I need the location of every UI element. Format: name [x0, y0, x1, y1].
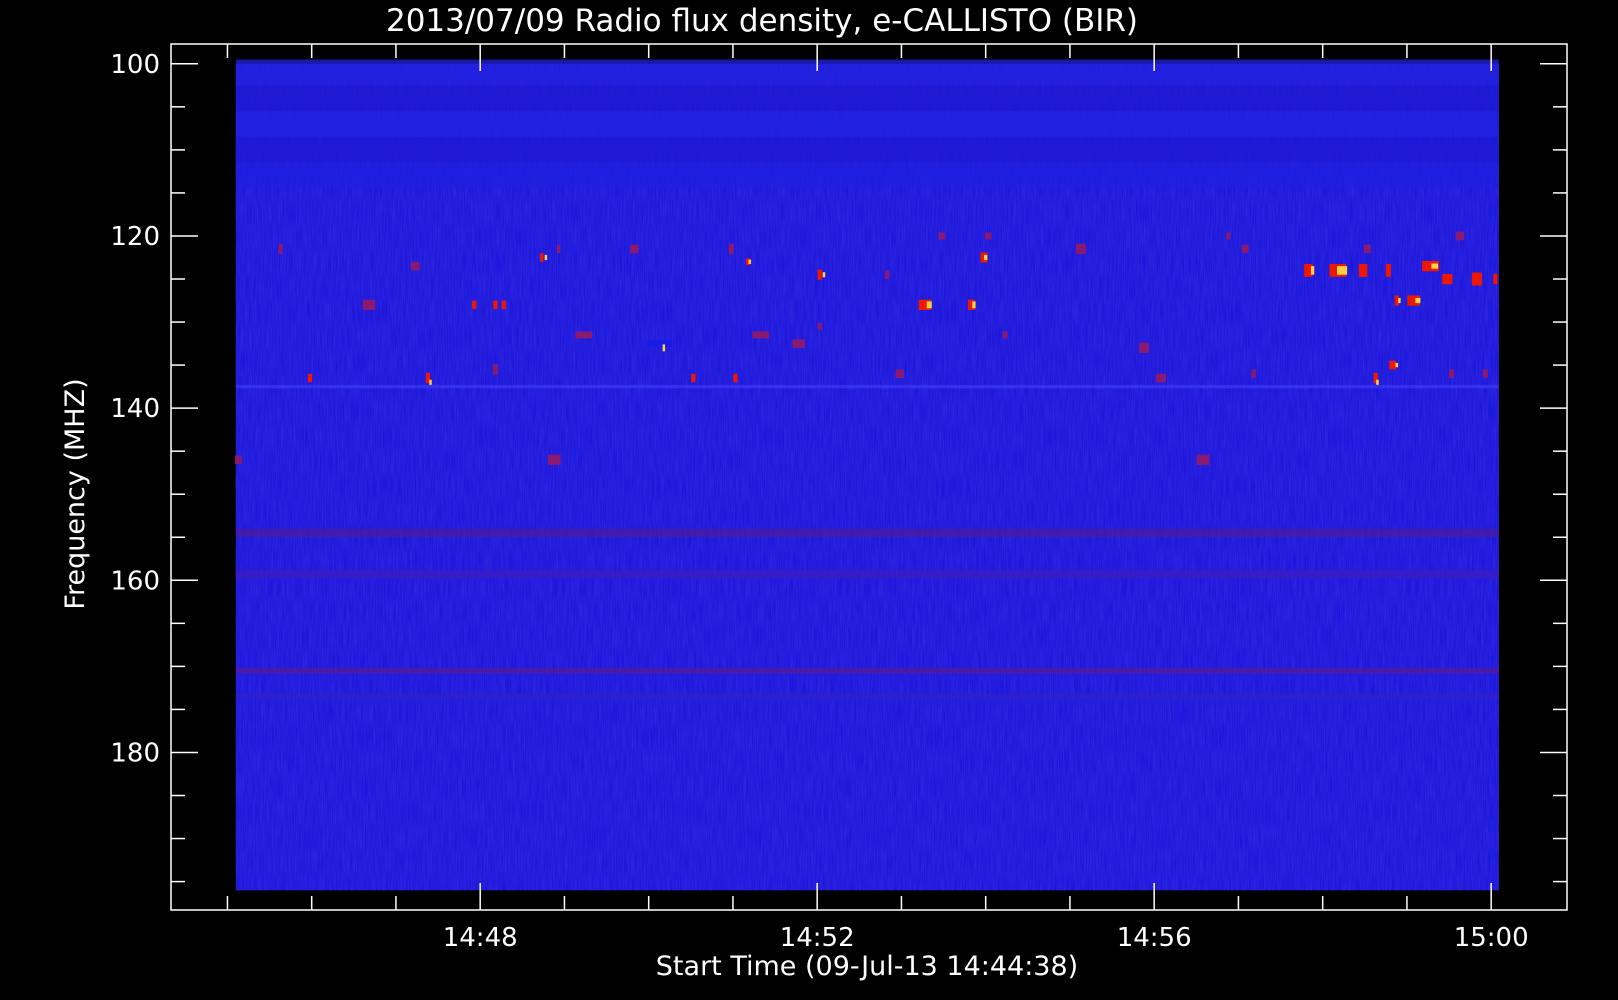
burst-mark — [278, 243, 283, 255]
burst-mark — [748, 259, 752, 264]
burst-mark — [1139, 342, 1150, 354]
burst-mark — [792, 339, 805, 348]
burst-mark — [1337, 266, 1348, 275]
x-tick-label: 15:00 — [1454, 923, 1529, 953]
noise-band — [235, 85, 1499, 112]
burst-mark — [647, 340, 673, 348]
noise-band — [235, 111, 1499, 137]
y-tick-label: 180 — [110, 738, 160, 768]
plot-area — [235, 59, 1499, 891]
burst-mark — [1493, 273, 1498, 285]
burst-mark — [885, 270, 890, 280]
burst-mark — [1075, 243, 1086, 255]
x-axis-label: Start Time (09-Jul-13 14:44:38) — [656, 951, 1078, 982]
burst-mark — [752, 331, 770, 339]
burst-mark — [575, 331, 593, 339]
burst-mark — [1398, 297, 1401, 304]
burst-mark — [235, 455, 242, 465]
burst-mark — [895, 369, 904, 379]
burst-mark — [983, 254, 988, 261]
burst-mark — [817, 269, 822, 280]
noise-band — [235, 59, 1499, 86]
y-tick-label: 100 — [110, 50, 160, 80]
burst-mark — [492, 364, 498, 375]
burst-mark — [926, 301, 932, 309]
burst-mark — [984, 232, 992, 240]
burst-mark — [1389, 360, 1396, 370]
noise-band — [235, 162, 1499, 189]
burst-mark — [1471, 272, 1482, 286]
burst-mark — [411, 261, 420, 271]
burst-mark — [493, 300, 498, 310]
burst-mark — [362, 299, 376, 310]
x-tick-label: 14:52 — [780, 923, 855, 953]
burst-mark — [544, 254, 548, 261]
burst-mark — [1358, 263, 1368, 277]
burst-mark — [307, 373, 313, 383]
x-tick-label: 14:48 — [443, 923, 518, 953]
burst-mark — [1395, 362, 1399, 368]
burst-mark — [1431, 263, 1439, 269]
noise-band — [235, 569, 1499, 579]
y-tick-label: 140 — [110, 394, 160, 424]
burst-mark — [938, 232, 946, 240]
burst-mark — [540, 253, 544, 262]
burst-mark — [1155, 373, 1166, 383]
burst-mark — [691, 373, 696, 383]
burst-mark — [1310, 266, 1315, 275]
y-tick-label: 160 — [110, 566, 160, 596]
y-axis-label: Frequency (MHZ) — [60, 378, 91, 609]
noise-band — [235, 668, 1499, 674]
burst-mark — [1251, 369, 1256, 379]
x-tick-label: 14:56 — [1117, 923, 1192, 953]
noise-band — [235, 693, 1499, 700]
burst-mark — [1241, 244, 1249, 254]
burst-mark — [822, 272, 826, 278]
burst-mark — [1449, 369, 1455, 379]
burst-mark — [733, 373, 738, 383]
burst-mark — [1415, 297, 1421, 304]
burst-mark — [1002, 331, 1008, 339]
chart-title: 2013/07/09 Radio flux density, e-CALLIST… — [386, 3, 1138, 39]
burst-mark — [429, 379, 432, 385]
noise-band — [235, 528, 1499, 538]
burst-mark — [817, 322, 822, 330]
burst-mark — [972, 301, 976, 309]
burst-mark — [472, 300, 477, 310]
burst-mark — [548, 454, 561, 465]
burst-mark — [1226, 232, 1231, 240]
burst-mark — [1442, 273, 1453, 285]
burst-mark — [1385, 263, 1391, 277]
burst-mark — [1363, 244, 1371, 254]
burst-mark — [1482, 369, 1488, 379]
noise-band — [235, 136, 1499, 163]
burst-mark — [662, 344, 666, 352]
spectrogram-chart: 2013/07/09 Radio flux density, e-CALLIST… — [60, 3, 1568, 982]
noise-band — [235, 384, 1499, 389]
burst-mark — [1455, 231, 1465, 241]
burst-mark — [728, 243, 734, 255]
burst-mark — [501, 300, 506, 310]
burst-mark — [630, 244, 639, 254]
burst-mark — [556, 244, 561, 254]
burst-mark — [1376, 379, 1379, 385]
burst-mark — [1196, 454, 1210, 465]
y-tick-label: 120 — [110, 222, 160, 252]
